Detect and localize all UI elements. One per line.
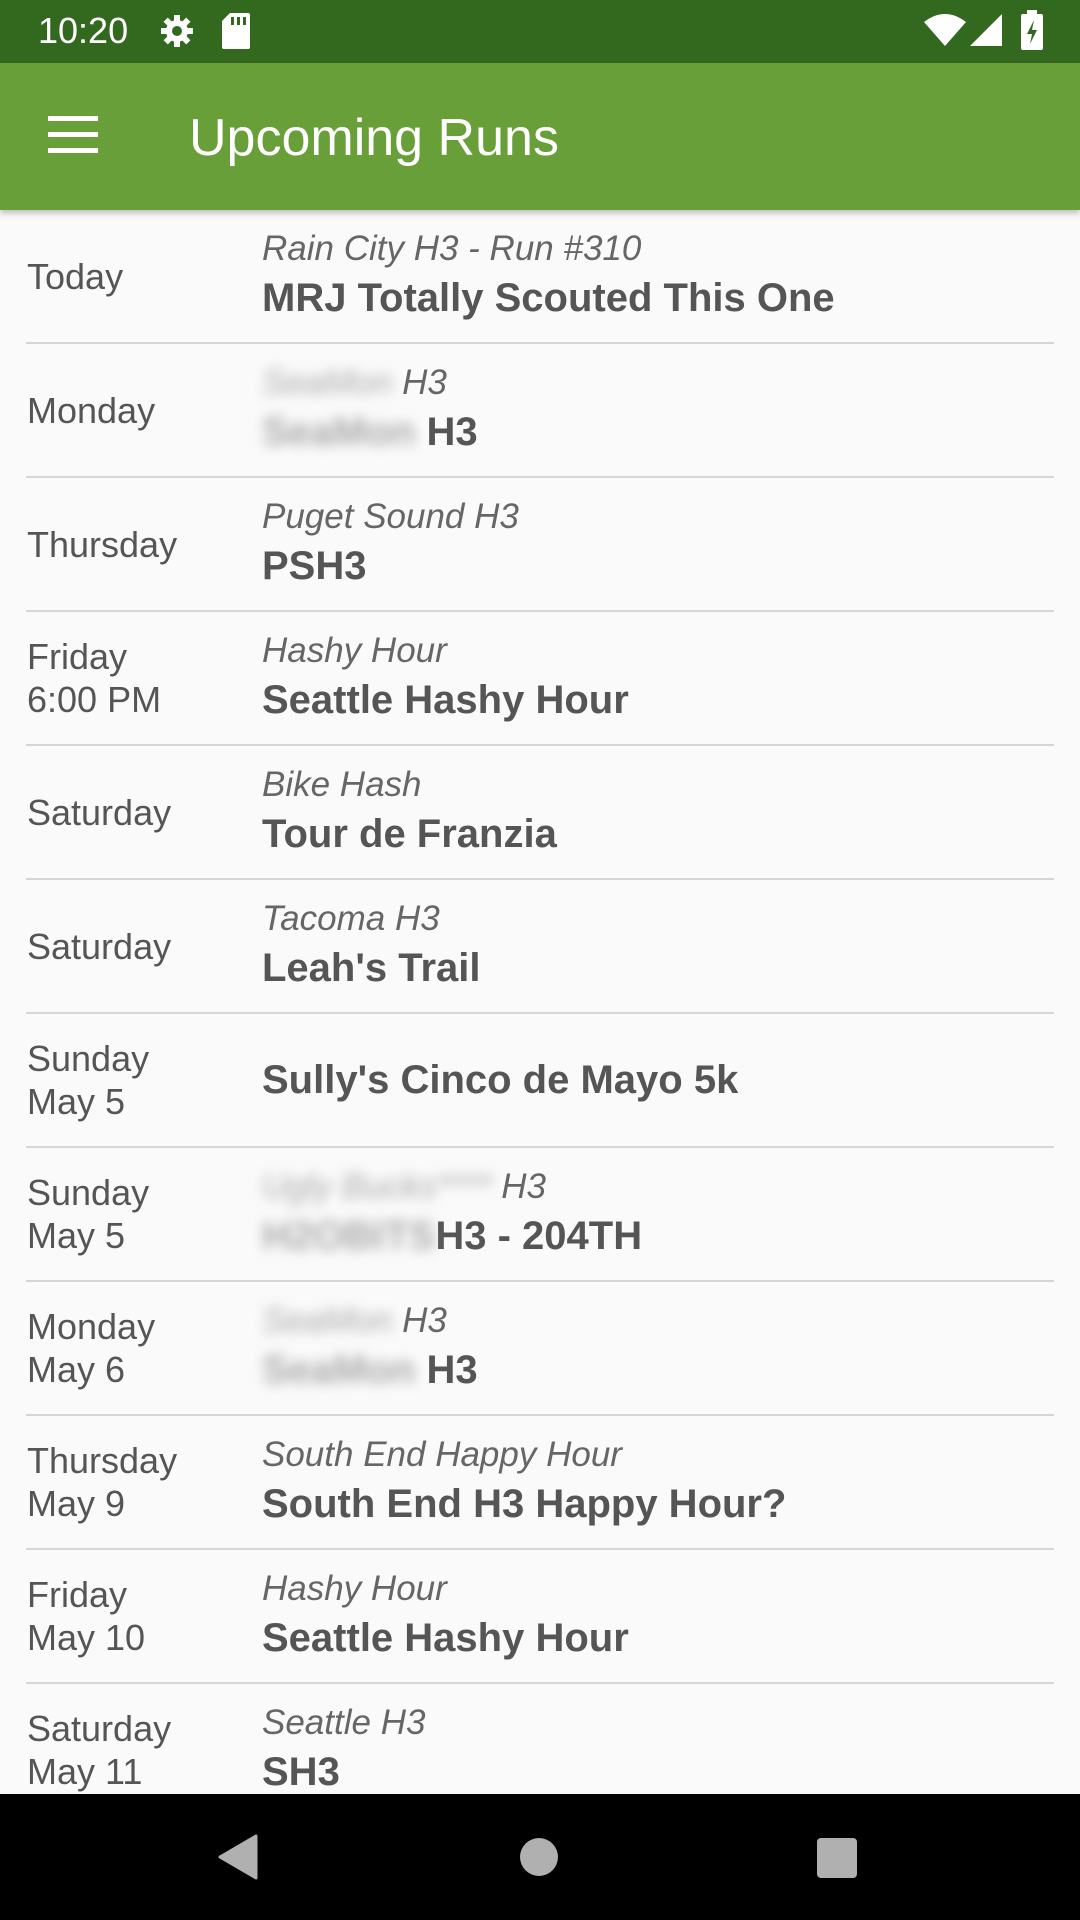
run-list-item[interactable]: Saturday May 11 Seattle H3 SH3: [26, 1684, 1054, 1794]
hamburger-menu-icon[interactable]: [48, 116, 98, 154]
run-kennel: Tacoma H3: [262, 899, 440, 938]
run-day: Today: [27, 255, 124, 297]
run-kennel: Seattle H3: [262, 1703, 426, 1742]
run-day: Friday 6:00 PM: [27, 636, 162, 720]
run-detail: SeaMon H3 SeaMon H3: [262, 344, 1054, 476]
run-title: H2OBITSH3 - 204TH: [262, 1209, 1054, 1263]
run-title: SH3: [262, 1750, 340, 1794]
navigation-bar: [0, 1794, 1080, 1920]
run-kennel-suffix: H3: [402, 1301, 447, 1340]
run-kennel: South End Happy Hour: [262, 1435, 622, 1474]
run-title-suffix: H3: [426, 410, 478, 454]
run-day: Friday May 10: [27, 1574, 146, 1658]
run-title: SeaMon H3: [262, 405, 1054, 459]
run-day: Saturday: [27, 791, 172, 833]
run-title: Sully's Cinco de Mayo 5k: [262, 1058, 739, 1102]
run-day: Saturday May 11: [27, 1708, 172, 1792]
run-kennel: Rain City H3 - Run #310: [262, 229, 642, 268]
run-day: Thursday May 9: [27, 1440, 178, 1524]
run-detail: Tacoma H3 Leah's Trail: [262, 880, 1054, 1012]
status-time: 10:20: [38, 10, 129, 51]
run-detail: South End Happy Hour South End H3 Happy …: [262, 1416, 1054, 1548]
settings-icon: [160, 14, 194, 53]
run-day: Saturday: [27, 925, 172, 967]
redacted-text: Ugly Bucks****: [262, 1167, 492, 1206]
run-kennel: Hashy Hour: [262, 631, 447, 670]
run-detail: Seattle H3 SH3: [262, 1684, 1054, 1794]
run-title-suffix: H3: [426, 1348, 478, 1392]
signal-icon: [970, 14, 1002, 51]
run-detail: Bike Hash Tour de Franzia: [262, 746, 1054, 878]
run-title: South End H3 Happy Hour?: [262, 1482, 787, 1526]
run-list-item[interactable]: Thursday Puget Sound H3 PSH3: [26, 478, 1054, 612]
run-detail: Rain City H3 - Run #310 MRJ Totally Scou…: [262, 210, 1054, 342]
run-kennel-suffix: H3: [501, 1167, 547, 1206]
back-icon[interactable]: [216, 1834, 258, 1885]
run-day: Monday: [27, 389, 156, 431]
run-day: Monday May 6: [27, 1306, 156, 1390]
run-detail: Puget Sound H3 PSH3: [262, 478, 1054, 610]
run-title: PSH3: [262, 544, 367, 588]
run-kennel: Ugly Bucks**** H3: [262, 1165, 1054, 1209]
run-list-item[interactable]: Thursday May 9 South End Happy Hour Sout…: [26, 1416, 1054, 1550]
run-detail: Hashy Hour Seattle Hashy Hour: [262, 612, 1054, 744]
redacted-text: SeaMon: [262, 1348, 416, 1392]
page-title: Upcoming Runs: [189, 109, 559, 167]
run-list-item[interactable]: Sunday May 5 Ugly Bucks**** H3 H2OBITSH3…: [26, 1148, 1054, 1282]
run-kennel: Bike Hash: [262, 765, 422, 804]
run-kennel: Puget Sound H3: [262, 497, 519, 536]
status-bar: 10:20: [0, 0, 1080, 63]
run-detail: Hashy Hour Seattle Hashy Hour: [262, 1550, 1054, 1682]
run-title: SeaMon H3: [262, 1343, 1054, 1397]
app-bar: Upcoming Runs: [0, 63, 1080, 210]
run-kennel: Hashy Hour: [262, 1569, 447, 1608]
run-kennel-suffix: H3: [402, 363, 447, 402]
run-list-item[interactable]: Saturday Bike Hash Tour de Franzia: [26, 746, 1054, 880]
wifi-icon: [924, 14, 966, 51]
run-day: Thursday: [27, 523, 178, 565]
redacted-text: SeaMon: [262, 363, 393, 402]
recents-icon[interactable]: [817, 1838, 857, 1883]
run-kennel: SeaMon H3: [262, 1299, 1054, 1343]
run-list-item[interactable]: Sunday May 5 Sully's Cinco de Mayo 5k: [26, 1014, 1054, 1148]
run-day: Sunday May 5: [27, 1038, 150, 1122]
run-list-item[interactable]: Monday May 6 SeaMon H3 SeaMon H3: [26, 1282, 1054, 1416]
sd-card-icon: [222, 13, 250, 54]
run-list-item[interactable]: Today Rain City H3 - Run #310 MRJ Totall…: [26, 210, 1054, 344]
run-detail: Ugly Bucks**** H3 H2OBITSH3 - 204TH: [262, 1148, 1054, 1280]
run-list-item[interactable]: Friday May 10 Hashy Hour Seattle Hashy H…: [26, 1550, 1054, 1684]
run-title: Seattle Hashy Hour: [262, 678, 629, 722]
run-title: Tour de Franzia: [262, 812, 557, 856]
run-list-item[interactable]: Monday SeaMon H3 SeaMon H3: [26, 344, 1054, 478]
redacted-text: SeaMon: [262, 1301, 393, 1340]
run-list[interactable]: Today Rain City H3 - Run #310 MRJ Totall…: [0, 210, 1080, 1794]
run-kennel: SeaMon H3: [262, 361, 1054, 405]
run-day: Sunday May 5: [27, 1172, 150, 1256]
battery-charging-icon: [1021, 10, 1043, 55]
run-title: MRJ Totally Scouted This One: [262, 276, 835, 320]
run-detail: SeaMon H3 SeaMon H3: [262, 1282, 1054, 1414]
run-list-item[interactable]: Friday 6:00 PM Hashy Hour Seattle Hashy …: [26, 612, 1054, 746]
run-detail: Sully's Cinco de Mayo 5k: [262, 1014, 1054, 1146]
run-title: Leah's Trail: [262, 946, 481, 990]
redacted-text: SeaMon: [262, 410, 416, 454]
home-icon[interactable]: [519, 1837, 559, 1882]
run-title: Seattle Hashy Hour: [262, 1616, 629, 1660]
run-title-suffix: H3 - 204TH: [435, 1214, 643, 1258]
redacted-text: H2OBITS: [262, 1214, 436, 1258]
run-list-item[interactable]: Saturday Tacoma H3 Leah's Trail: [26, 880, 1054, 1014]
